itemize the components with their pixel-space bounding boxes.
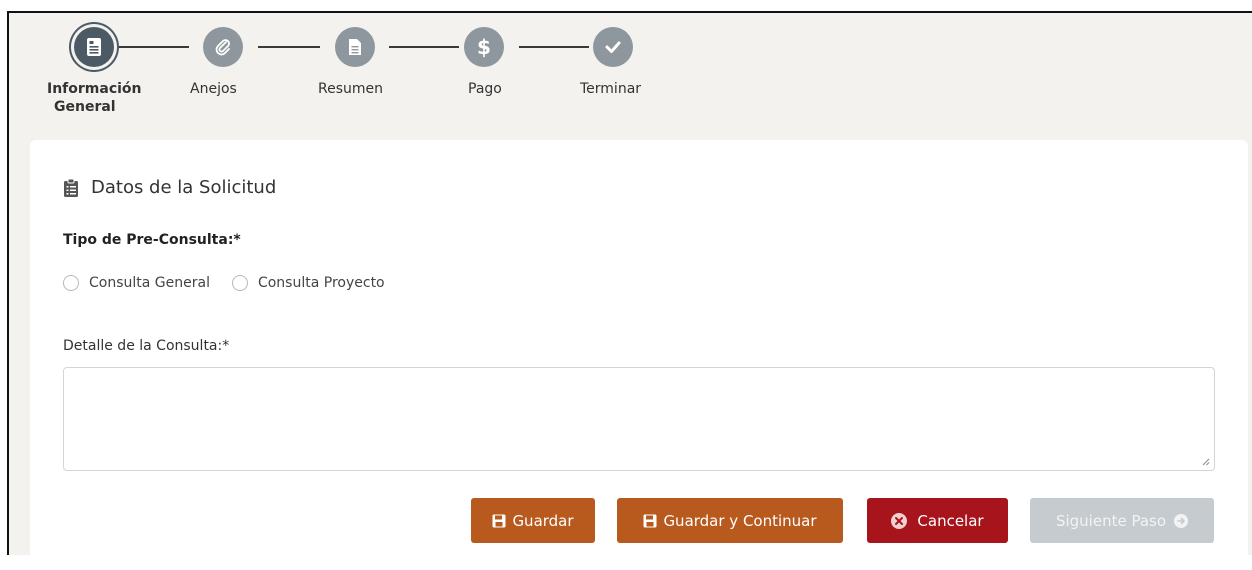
resize-handle-icon[interactable] [1202,458,1210,466]
guardar-y-continuar-button[interactable]: Guardar y Continuar [617,498,843,543]
cancelar-label: Cancelar [917,511,984,530]
step-informacion-general[interactable] [74,27,114,67]
document-icon [87,38,101,56]
step-label-resumen: Resumen [318,81,384,97]
detalle-consulta-textarea[interactable] [63,367,1215,471]
guardar-label: Guardar [512,511,574,530]
file-text-icon [349,39,361,55]
siguiente-paso-button[interactable]: Siguiente Paso [1030,498,1214,543]
progress-stepper: $ Información General Anejos Resumen Pag… [9,13,1252,143]
radio-consulta-proyecto[interactable] [231,275,248,291]
step-anejos[interactable] [203,27,243,67]
floppy-disk-icon [492,514,506,528]
step-label-terminar: Terminar [580,81,642,97]
radio-label-consulta-general[interactable]: Consulta General [89,275,210,291]
step-connector [119,46,189,48]
step-terminar[interactable] [593,27,633,67]
section-title-text: Datos de la Solicitud [91,177,277,198]
siguiente-paso-label: Siguiente Paso [1055,511,1167,530]
form-card: Datos de la Solicitud Tipo de Pre-Consul… [30,140,1248,570]
step-connector [519,46,589,48]
step-label-pago: Pago [468,81,502,97]
floppy-disk-icon [643,514,657,528]
step-pago[interactable]: $ [464,27,504,67]
step-label-informacion-general: Información General [47,81,142,115]
step-resumen[interactable] [335,27,375,67]
guardar-y-continuar-label: Guardar y Continuar [663,511,817,530]
clipboard-list-icon [64,178,78,197]
tipo-pre-consulta-radio-group: Consulta General Consulta Proyecto [63,275,407,291]
step-connector [389,46,459,48]
app-frame: $ Información General Anejos Resumen Pag… [7,11,1252,570]
cancelar-button[interactable]: Cancelar [867,498,1008,543]
step-connector [258,46,320,48]
checkmark-icon [605,41,621,53]
paperclip-icon [215,39,230,56]
guardar-button[interactable]: Guardar [471,498,595,543]
tipo-pre-consulta-label: Tipo de Pre-Consulta:* [63,232,241,248]
dollar-icon: $ [477,35,491,59]
section-title: Datos de la Solicitud [63,177,276,198]
radio-consulta-general[interactable] [63,275,79,291]
step-label-anejos: Anejos [190,81,237,97]
close-circle-icon [891,512,908,529]
radio-label-consulta-proyecto[interactable]: Consulta Proyecto [258,275,385,291]
detalle-consulta-label: Detalle de la Consulta:* [63,338,230,354]
arrow-right-circle-icon [1174,513,1189,528]
